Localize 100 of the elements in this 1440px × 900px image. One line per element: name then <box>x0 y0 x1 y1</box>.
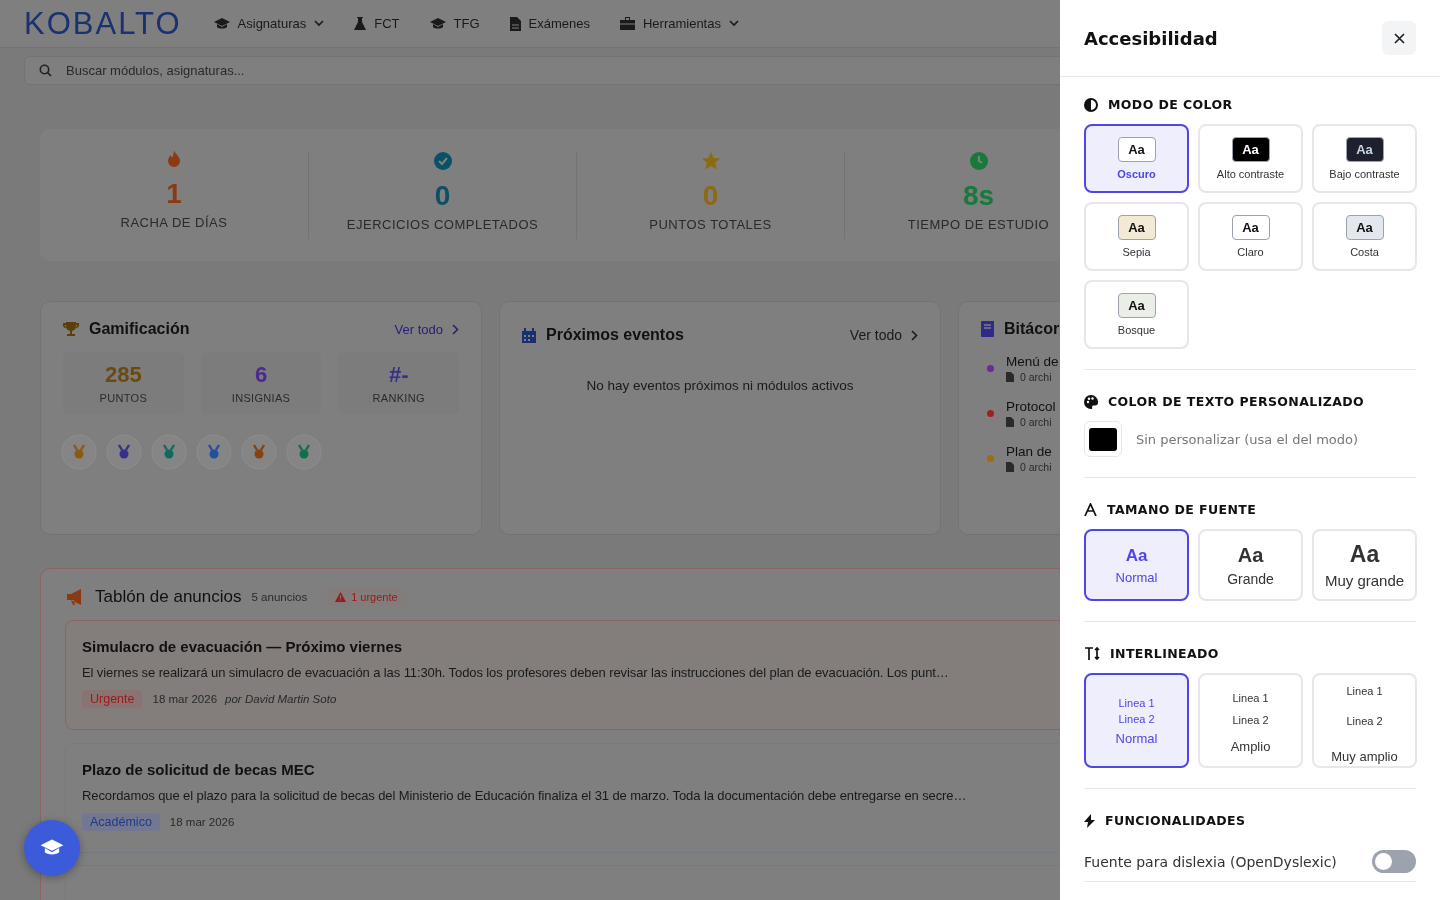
sample-line: Linea 1 <box>1118 696 1155 711</box>
calendar-icon <box>522 327 536 343</box>
entry-title[interactable]: Protocol <box>1006 399 1056 414</box>
font-size-option[interactable]: Aa Grande <box>1198 529 1303 601</box>
sample-line: Linea 2 <box>1118 712 1155 727</box>
sample-line: Linea 2 <box>1346 713 1383 729</box>
color-mode-option[interactable]: Aa Costa <box>1312 202 1417 271</box>
stat-label: TIEMPO DE ESTUDIO <box>907 217 1050 232</box>
medal-badge-icon[interactable] <box>286 434 322 470</box>
sample-line: Linea 1 <box>1232 691 1269 706</box>
stat-label: RACHA DE DÍAS <box>120 215 228 230</box>
option-label: Normal <box>1115 569 1158 585</box>
close-icon <box>1393 32 1405 44</box>
metric-value: 6 <box>254 362 268 388</box>
category-tag: Urgente <box>82 690 143 708</box>
medal-badge-icon[interactable] <box>61 434 97 470</box>
file-icon <box>1006 462 1014 472</box>
metric-label: PUNTOS <box>99 392 148 404</box>
sample-line: Linea 2 <box>1232 713 1269 728</box>
theme-swatch: Aa <box>1117 293 1156 318</box>
logo[interactable]: KOBALTO <box>24 5 182 42</box>
color-mode-option[interactable]: Aa Sepia <box>1084 202 1189 271</box>
announcement-author: por David Martin Soto <box>225 693 337 705</box>
nav-item[interactable]: Asignaturas <box>213 16 325 31</box>
urgent-badge: 1 urgente <box>327 588 406 606</box>
palette-icon <box>1084 394 1098 409</box>
option-label: Grande <box>1227 570 1274 587</box>
warning-icon <box>335 592 347 602</box>
graduation-cap-icon <box>429 16 446 31</box>
theme-swatch: Aa <box>1345 137 1384 162</box>
see-all-link[interactable]: Ver todo <box>849 327 918 343</box>
color-mode-option[interactable]: Aa Alto contraste <box>1198 124 1303 193</box>
theme-swatch: Aa <box>1345 215 1384 240</box>
nav-item[interactable]: Exámenes <box>509 16 590 31</box>
card-title: Gamificación <box>89 320 191 338</box>
empty-message: No hay eventos próximos ni módulos activos <box>585 378 855 393</box>
panel-title: Tablón de anuncios <box>95 587 242 607</box>
theme-swatch: Aa <box>1231 215 1270 240</box>
medal-badge-icon[interactable] <box>196 434 232 470</box>
file-icon <box>1006 417 1014 427</box>
document-icon <box>509 16 521 31</box>
entry-title[interactable]: Plan de <box>1006 444 1052 459</box>
color-mode-option[interactable]: Aa Bajo contraste <box>1312 124 1417 193</box>
medal-badge-icon[interactable] <box>241 434 277 470</box>
flask-icon <box>354 16 367 31</box>
announcement-date: 18 mar 2026 <box>152 693 218 705</box>
trophy-icon <box>63 321 79 337</box>
lightning-icon <box>1084 813 1095 828</box>
announcement-text: El viernes se realizará un simulacro de evacuación a las 11:30h. Todos los profesores deben revisar las instrucciones del plan de evacuación. Los punt… <box>82 665 950 680</box>
metric-value: 285 <box>104 362 142 388</box>
color-mode-option[interactable]: Aa Oscuro <box>1084 124 1189 193</box>
entry-meta: 0 archi <box>1020 371 1052 383</box>
toggle-switch[interactable] <box>1372 850 1416 873</box>
theme-swatch: Aa <box>1117 137 1156 162</box>
nav-item[interactable]: TFG <box>429 16 480 31</box>
category-tag: Académico <box>82 813 160 831</box>
entry-title[interactable]: Menú de <box>1006 354 1059 369</box>
entry-meta: 0 archi <box>1020 416 1052 428</box>
option-label: Muy amplio <box>1331 749 1398 764</box>
announcement-card[interactable] <box>65 620 1060 730</box>
chevron-right-icon <box>911 329 918 341</box>
color-mode-option[interactable]: Aa Claro <box>1198 202 1303 271</box>
font-sample: Aa <box>1237 543 1264 567</box>
theme-swatch: Aa <box>1117 215 1156 240</box>
stat-value: 0 <box>702 180 719 212</box>
font-size-option[interactable]: Aa Muy grande <box>1312 529 1417 601</box>
line-spacing-option[interactable]: Linea 1 Linea 2 Amplio <box>1198 673 1303 768</box>
metric-value: #- <box>388 362 409 388</box>
entry-meta: 0 archi <box>1020 461 1052 473</box>
graduation-cap-icon <box>213 16 230 31</box>
chevron-right-icon <box>452 323 459 335</box>
option-label: Amplio <box>1230 739 1271 754</box>
search-field[interactable]: Buscar módulos, asignaturas... <box>24 56 1060 85</box>
color-picker-label: Sin personalizar (usa el del modo) <box>1136 431 1359 447</box>
panel-title: Accesibilidad <box>1084 27 1218 49</box>
line-height-icon <box>1084 647 1100 660</box>
close-button[interactable] <box>1382 21 1416 55</box>
stat-value: 8s <box>962 180 995 212</box>
color-picker[interactable] <box>1084 421 1122 457</box>
contrast-icon <box>1084 97 1098 112</box>
line-spacing-option[interactable]: Linea 1 Linea 2 Normal <box>1084 673 1189 768</box>
stat-label: EJERCICIOS COMPLETADOS <box>346 217 539 232</box>
announcement-text: Recordamos que el plazo para la solicitud de becas del Ministerio de Educación finaliza el 31 de marzo. Toda la documentación debe entregarse en secre… <box>82 788 968 803</box>
announcement-title: Plazo de solicitud de becas MEC <box>82 761 316 778</box>
nav-item[interactable]: FCT <box>354 16 400 31</box>
sample-line: Linea 1 <box>1346 684 1383 699</box>
medal-badge-icon[interactable] <box>151 434 187 470</box>
nav-item[interactable]: Herramientas <box>619 16 739 31</box>
metric-label: INSIGNIAS <box>231 392 291 404</box>
see-all-link[interactable]: Ver todo <box>394 321 459 337</box>
card-title: Próximos eventos <box>546 326 685 344</box>
line-spacing-option[interactable]: Linea 1 Linea 2 Muy amplio <box>1312 673 1417 768</box>
font-sample: Aa <box>1349 541 1380 568</box>
option-label: Muy grande <box>1324 572 1405 589</box>
color-mode-option[interactable]: Aa Bosque <box>1084 280 1189 349</box>
medal-badge-icon[interactable] <box>106 434 142 470</box>
font-size-option[interactable]: Aa Normal <box>1084 529 1189 601</box>
section-title: COLOR DE TEXTO PERSONALIZADO <box>1108 394 1365 409</box>
card-title: Bitácor <box>1004 320 1060 338</box>
graduation-cap-button[interactable] <box>24 820 80 876</box>
